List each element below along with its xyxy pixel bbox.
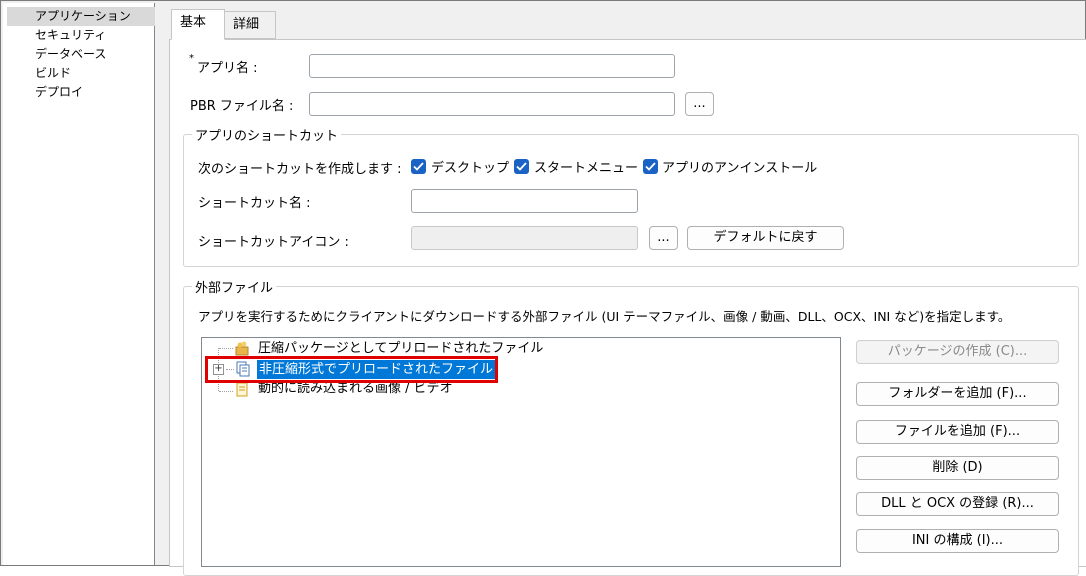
register-dll-ocx-button[interactable]: DLL と OCX の登録 (R)...: [856, 492, 1059, 516]
external-files-description: アプリを実行するためにクライアントにダウンロードする外部ファイル (UI テーマ…: [198, 309, 1011, 324]
nav-item-build[interactable]: ビルド: [7, 64, 155, 83]
window: アプリケーション セキュリティ データベース ビルド デプロイ 基本 詳細 * …: [0, 0, 1086, 576]
nav-item-deploy[interactable]: デプロイ: [7, 83, 155, 102]
pbr-browse-button[interactable]: ...: [685, 92, 714, 116]
pbr-file-label: PBR ファイル名 :: [190, 99, 294, 114]
create-package-button[interactable]: パッケージの作成 (C)...: [856, 340, 1059, 364]
nav-item-application[interactable]: アプリケーション: [7, 7, 155, 26]
check-icon: [645, 162, 656, 171]
shortcut-create-label: 次のショートカットを作成します :: [198, 162, 402, 177]
document-icon: [236, 382, 248, 397]
shortcut-group-title: アプリのショートカット: [192, 125, 342, 144]
shortcut-name-input[interactable]: [411, 189, 638, 213]
category-nav: アプリケーション セキュリティ データベース ビルド デプロイ: [3, 3, 155, 565]
desktop-checkbox-label[interactable]: デスクトップ: [431, 157, 509, 176]
nav-item-database[interactable]: データベース: [7, 45, 155, 64]
app-name-input[interactable]: [309, 54, 675, 78]
pbr-file-input[interactable]: [309, 92, 675, 116]
start-menu-checkbox[interactable]: [514, 159, 529, 174]
highlight-box: [205, 356, 498, 383]
shortcut-icon-browse-button[interactable]: ...: [649, 226, 678, 250]
shortcut-icon-input: [411, 226, 638, 250]
shortcut-name-label: ショートカット名 :: [198, 196, 311, 211]
desktop-checkbox[interactable]: [411, 159, 426, 174]
required-mark: *: [189, 53, 194, 64]
uninstall-checkbox[interactable]: [643, 159, 658, 174]
shortcut-icon-label: ショートカットアイコン :: [198, 235, 349, 250]
tree-connector: [219, 391, 233, 392]
check-icon: [413, 162, 424, 171]
app-name-label: アプリ名 :: [197, 61, 258, 76]
package-icon: [235, 341, 249, 356]
external-files-group-title: 外部ファイル: [192, 277, 277, 296]
delete-button[interactable]: 削除 (D): [856, 456, 1059, 480]
nav-item-security[interactable]: セキュリティ: [7, 26, 155, 45]
reset-default-button[interactable]: デフォルトに戻す: [687, 226, 844, 250]
start-menu-checkbox-label[interactable]: スタートメニュー: [534, 157, 638, 176]
add-folder-button[interactable]: フォルダーを追加 (F)...: [856, 382, 1059, 406]
configure-ini-button[interactable]: INI の構成 (I)...: [856, 529, 1059, 553]
tree-connector: [219, 348, 233, 349]
uninstall-checkbox-label[interactable]: アプリのアンインストール: [662, 157, 817, 176]
tab-advanced[interactable]: 詳細: [224, 11, 276, 39]
add-file-button[interactable]: ファイルを追加 (F)...: [856, 420, 1059, 444]
check-icon: [516, 162, 527, 171]
tab-basic[interactable]: 基本: [171, 9, 225, 40]
